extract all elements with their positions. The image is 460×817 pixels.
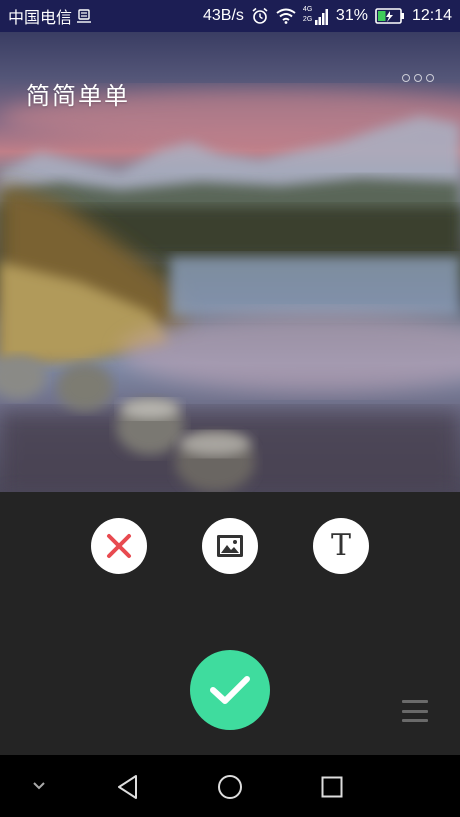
signal-label-4g: 4G	[302, 6, 313, 13]
collapse-chevron-icon[interactable]	[30, 777, 48, 795]
carrier-name: 中国电信	[8, 8, 73, 27]
status-bar: 中国电信 43B/s 4G 2G 31% 12:14	[0, 0, 460, 32]
dot	[426, 74, 434, 82]
home-circle-icon[interactable]	[216, 773, 244, 801]
image-button[interactable]	[202, 518, 258, 574]
dot	[414, 74, 422, 82]
app-title: 简简单单	[26, 82, 130, 110]
more-dots-icon[interactable]	[402, 74, 434, 82]
recents-square-icon[interactable]	[318, 773, 346, 801]
background-photo[interactable]: 简简单单	[0, 32, 460, 492]
text-button[interactable]: T	[313, 518, 369, 574]
image-icon	[217, 535, 243, 557]
signal-label-2g: 2G	[302, 16, 313, 23]
confirm-button[interactable]	[190, 650, 270, 730]
hamburger-menu-icon[interactable]	[402, 700, 428, 722]
battery-charging-icon	[375, 8, 405, 24]
back-triangle-icon[interactable]	[114, 773, 142, 801]
checkmark-icon	[210, 676, 250, 704]
cell-signal-icon: 4G 2G	[303, 6, 329, 26]
net-speed: 43B/s	[203, 7, 244, 24]
alarm-icon	[251, 7, 269, 25]
close-x-icon	[107, 534, 131, 558]
battery-percent: 31%	[335, 7, 368, 24]
close-button[interactable]	[91, 518, 147, 574]
control-panel: T	[0, 492, 460, 755]
wifi-icon	[276, 8, 296, 24]
dot	[402, 74, 410, 82]
clock-time: 12:14	[411, 7, 452, 24]
navigation-bar	[0, 755, 460, 817]
notification-icon	[76, 9, 92, 23]
text-t-icon: T	[330, 528, 351, 563]
